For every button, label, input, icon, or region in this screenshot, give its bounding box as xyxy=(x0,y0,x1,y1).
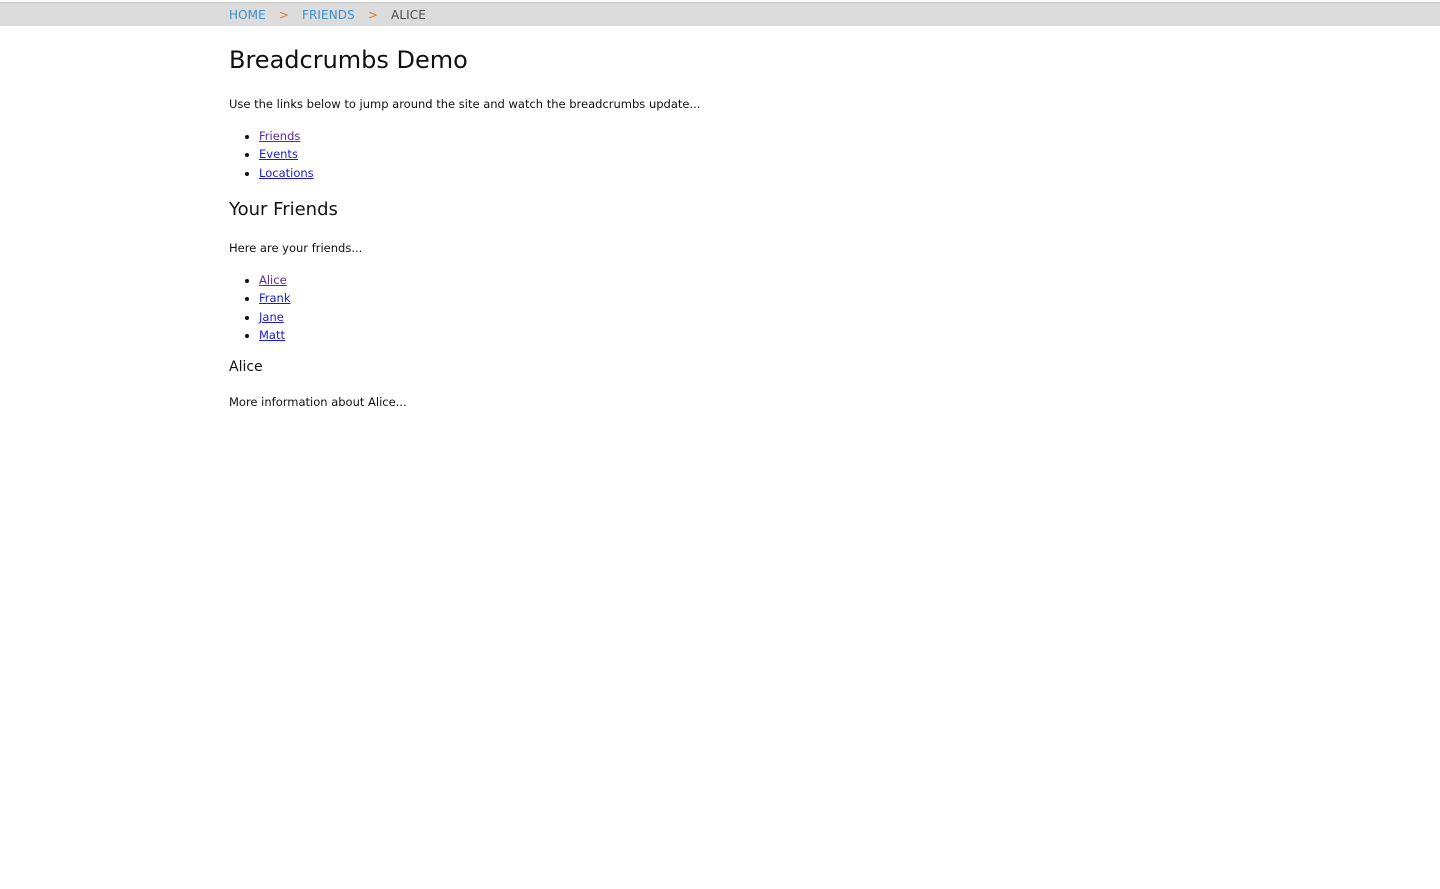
breadcrumb-home-link[interactable]: HOME xyxy=(229,8,266,22)
breadcrumb-separator: > xyxy=(278,8,289,22)
friend-link-jane[interactable]: Jane xyxy=(259,310,284,324)
page-title: Breadcrumbs Demo xyxy=(229,46,468,74)
friend-link-matt[interactable]: Matt xyxy=(259,328,285,342)
list-item: Matt xyxy=(259,326,291,344)
list-item: Frank xyxy=(259,289,291,307)
friend-link-frank[interactable]: Frank xyxy=(259,291,291,305)
breadcrumb-current: ALICE xyxy=(391,8,426,22)
detail-text: More information about Alice... xyxy=(229,395,407,409)
intro-text: Use the links below to jump around the s… xyxy=(229,97,701,111)
nav-link-list: Friends Events Locations xyxy=(229,127,314,182)
locations-link[interactable]: Locations xyxy=(259,166,314,180)
friends-intro-text: Here are your friends... xyxy=(229,241,363,255)
list-item: Locations xyxy=(259,164,314,182)
breadcrumb-bar: HOME > FRIENDS > ALICE xyxy=(0,2,1440,26)
breadcrumb-friends-link[interactable]: FRIENDS xyxy=(302,8,355,22)
breadcrumb-separator: > xyxy=(367,8,379,22)
list-item: Jane xyxy=(259,308,291,326)
list-item: Friends xyxy=(259,127,314,145)
friends-link-list: Alice Frank Jane Matt xyxy=(229,271,291,344)
events-link[interactable]: Events xyxy=(259,147,298,161)
friends-section-title: Your Friends xyxy=(229,199,338,220)
list-item: Events xyxy=(259,145,314,163)
friends-link[interactable]: Friends xyxy=(259,129,300,143)
breadcrumb: HOME > FRIENDS > ALICE xyxy=(229,8,426,22)
list-item: Alice xyxy=(259,271,291,289)
detail-title: Alice xyxy=(229,359,263,375)
friend-link-alice[interactable]: Alice xyxy=(259,273,287,287)
